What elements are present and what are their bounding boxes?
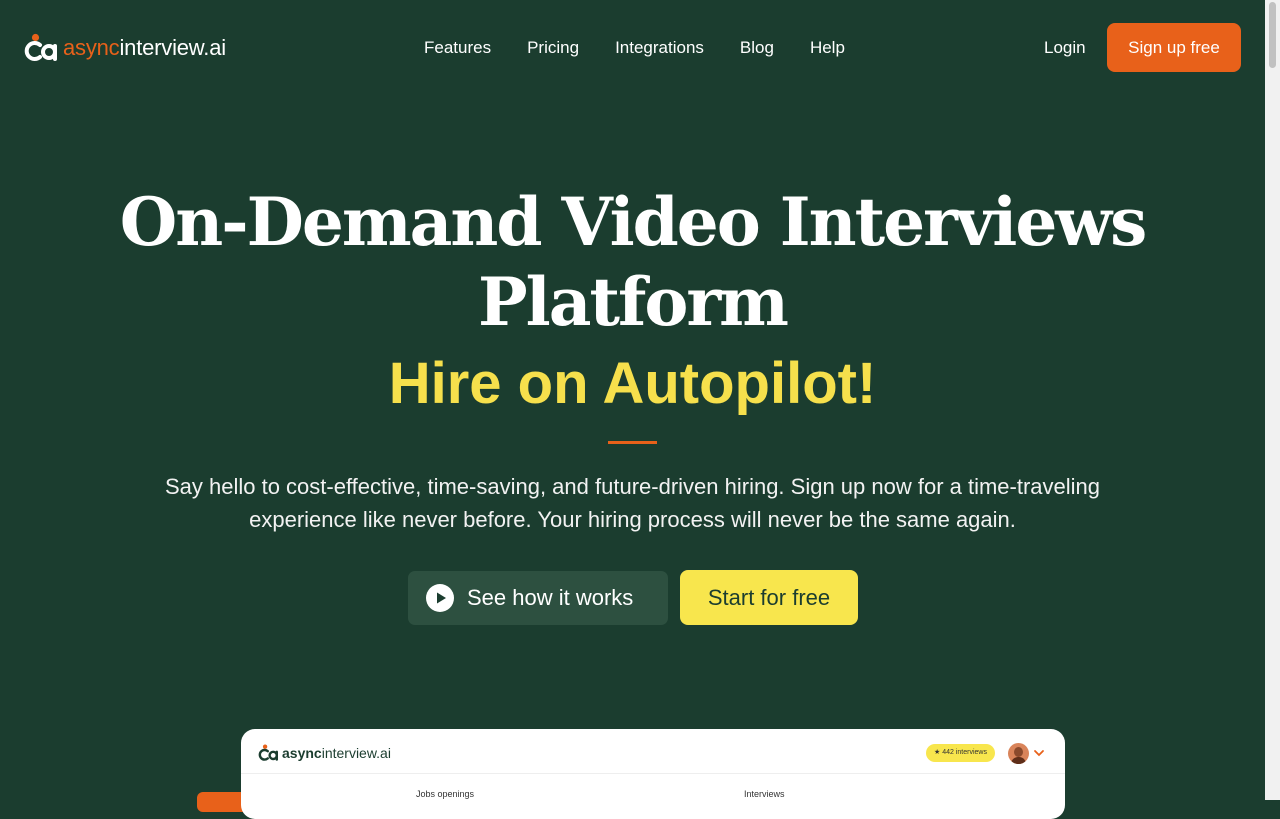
nav-item-features[interactable]: Features	[406, 36, 509, 60]
chevron-down-icon[interactable]	[1033, 748, 1045, 758]
star-icon: ★	[934, 749, 941, 756]
hero-subtitle: Hire on Autopilot!	[388, 351, 877, 416]
preview-brand-async: async	[282, 745, 322, 761]
preview-brand-interview: interview.ai	[321, 745, 391, 761]
landing-page: asyncinterview.ai Features Pricing Integ…	[0, 0, 1265, 819]
jobs-openings-heading: Jobs openings	[416, 789, 475, 799]
hero-title: On-Demand Video Interviews Platform	[0, 182, 1265, 342]
brand-wordmark-async: async	[63, 35, 120, 60]
dashboard-preview: asyncinterview.ai ★ 442 interviews Jobs …	[241, 729, 1065, 819]
main-menu: Features Pricing Integrations Blog Help	[406, 36, 863, 60]
scrollbar-thumb[interactable]	[1269, 2, 1276, 68]
brand-wordmark: asyncinterview.ai	[63, 35, 226, 61]
hero-title-line-2: Platform	[478, 263, 789, 341]
preview-header-divider	[241, 773, 1065, 774]
interviews-heading: Interviews	[744, 789, 785, 799]
nav-item-pricing[interactable]: Pricing	[509, 36, 597, 60]
interviews-count-badge: ★ 442 interviews	[926, 744, 995, 762]
hero-divider	[608, 441, 657, 444]
see-how-it-works-button[interactable]: See how it works	[408, 571, 668, 625]
preview-brand-logo: asyncinterview.ai	[258, 743, 391, 763]
hero-title-line-1: On-Demand Video Interviews	[119, 183, 1148, 261]
top-navigation: asyncinterview.ai Features Pricing Integ…	[0, 0, 1265, 96]
page-scrollbar[interactable]	[1265, 0, 1280, 800]
login-link[interactable]: Login	[1030, 36, 1100, 60]
see-how-it-works-label: See how it works	[467, 585, 634, 610]
nav-item-help[interactable]: Help	[792, 36, 863, 60]
play-circle-icon	[426, 584, 454, 612]
hero-description: Say hello to cost-effective, time-saving…	[100, 470, 1165, 536]
nav-item-blog[interactable]: Blog	[722, 36, 792, 60]
brand-wordmark-interview: interview.ai	[119, 35, 226, 60]
preview-brand-wordmark: asyncinterview.ai	[282, 745, 391, 761]
hero-description-line-1: Say hello to cost-effective, time-saving…	[164, 474, 1101, 499]
brand-logo[interactable]: asyncinterview.ai	[24, 33, 226, 63]
hero-description-line-2: experience like never before. Your hirin…	[249, 507, 1016, 532]
nav-item-integrations[interactable]: Integrations	[597, 36, 722, 60]
preview-brand-mark-icon	[258, 744, 278, 761]
interviews-count-label: 442 interviews	[942, 749, 987, 756]
sign-up-button[interactable]: Sign up free	[1107, 23, 1241, 72]
start-for-free-button[interactable]: Start for free	[680, 570, 858, 625]
avatar[interactable]	[1008, 743, 1029, 764]
brand-mark-icon	[24, 33, 57, 61]
